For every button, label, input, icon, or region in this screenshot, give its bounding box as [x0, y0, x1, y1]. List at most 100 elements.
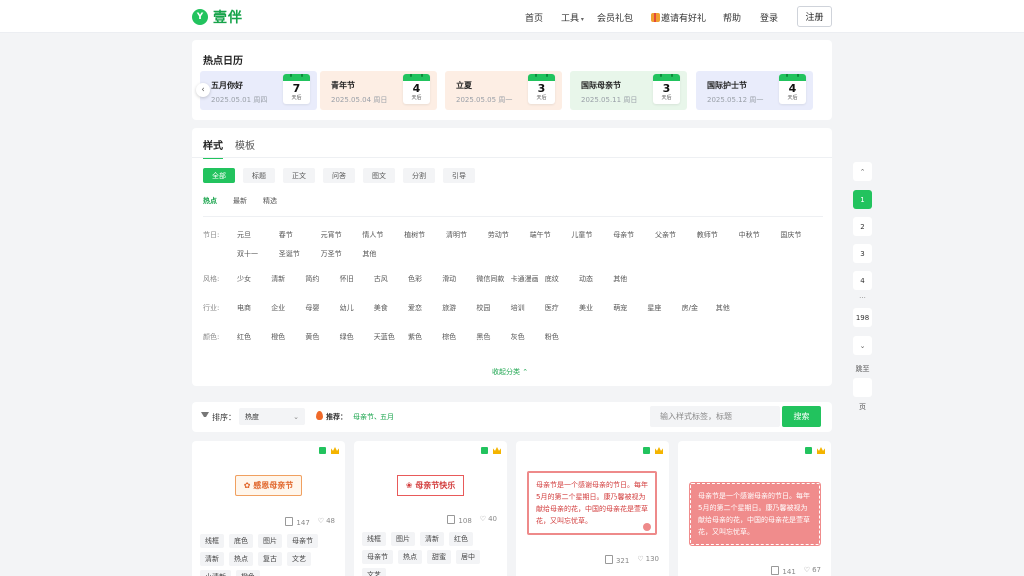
filter-tag[interactable]: 电商	[237, 303, 251, 313]
nav-login[interactable]: 登录	[760, 11, 778, 24]
filter-tag[interactable]: 父亲节	[655, 230, 676, 240]
template-card[interactable]: 母亲节是一个感谢母亲的节日。每年5月的第二个星期日。康乃馨被视为献给母亲的花，中…	[678, 441, 831, 576]
calendar-item[interactable]: 国际母亲节 2025.05.11 周日 3 天后	[570, 71, 687, 110]
page-button-1[interactable]: 1	[853, 190, 872, 209]
calendar-item[interactable]: 青年节 2025.05.04 周日 4 天后	[320, 71, 437, 110]
filter-tag[interactable]: 其他	[613, 274, 627, 284]
template-tag[interactable]: 母亲节	[362, 550, 393, 564]
filter-tag[interactable]: 圣诞节	[279, 249, 300, 259]
template-tag[interactable]: 清新	[420, 532, 444, 546]
template-card[interactable]: ✿ 感恩母亲节 147 48 线框底色图片母亲节清新热点复古文艺小清新橙色	[192, 441, 345, 576]
tab-template[interactable]: 模板	[235, 137, 255, 159]
page-down-button[interactable]: ⌄	[853, 336, 872, 355]
filter-tag[interactable]: 国庆节	[780, 230, 801, 240]
calendar-prev-button[interactable]: ‹	[196, 83, 210, 97]
filter-tag[interactable]: 端午节	[530, 230, 551, 240]
register-button[interactable]: 注册	[797, 6, 832, 27]
page-button-3[interactable]: 3	[853, 244, 872, 263]
template-tag[interactable]: 橙色	[236, 570, 260, 576]
template-tag[interactable]: 文艺	[362, 568, 386, 576]
filter-tag[interactable]: 其他	[362, 249, 376, 259]
page-up-button[interactable]: ⌃	[853, 162, 872, 181]
template-card[interactable]: ❀ 母亲节快乐 108 40 线框图片清新红色母亲节热点甜蜜居中文艺	[354, 441, 507, 576]
filter-tag[interactable]: 元宵节	[321, 230, 342, 240]
filter-tag[interactable]: 企业	[271, 303, 285, 313]
template-tag[interactable]: 图片	[258, 534, 282, 548]
filter-tag[interactable]: 春节	[279, 230, 293, 240]
filter-tag[interactable]: 怀旧	[340, 274, 354, 284]
jump-page-input[interactable]	[853, 378, 872, 397]
filter-tag[interactable]: 萌宠	[613, 303, 627, 313]
nav-member-gift[interactable]: 会员礼包	[597, 11, 633, 24]
collect-icon[interactable]	[319, 447, 326, 454]
filter-tag[interactable]: 万圣节	[321, 249, 342, 259]
template-tag[interactable]: 文艺	[287, 552, 311, 566]
type-chip[interactable]: 全部	[203, 168, 235, 183]
filter-tag[interactable]: 元旦	[237, 230, 251, 240]
filter-tag[interactable]: 教师节	[697, 230, 718, 240]
calendar-item[interactable]: 立夏 2025.05.05 周一 3 天后	[445, 71, 562, 110]
subtab-featured[interactable]: 精选	[263, 196, 277, 206]
filter-tag[interactable]: 天蓝色	[374, 332, 395, 342]
template-tag[interactable]: 图片	[391, 532, 415, 546]
template-tag[interactable]: 母亲节	[287, 534, 318, 548]
filter-tag[interactable]: 紫色	[408, 332, 422, 342]
template-tag[interactable]: 复古	[258, 552, 282, 566]
page-button-last[interactable]: 198	[853, 308, 872, 327]
filter-tag[interactable]: 校园	[476, 303, 490, 313]
filter-tag[interactable]: 色彩	[408, 274, 422, 284]
filter-tag[interactable]: 美业	[579, 303, 593, 313]
filter-tag[interactable]: 培训	[511, 303, 525, 313]
filter-tag[interactable]: 其他	[716, 303, 730, 313]
template-tag[interactable]: 居中	[456, 550, 480, 564]
type-chip[interactable]: 图文	[363, 168, 395, 183]
filter-tag[interactable]: 幼儿	[340, 303, 354, 313]
filter-tag[interactable]: 母婴	[305, 303, 319, 313]
filter-tag[interactable]: 情人节	[362, 230, 383, 240]
collect-icon[interactable]	[481, 447, 488, 454]
filter-tag[interactable]: 黄色	[305, 332, 319, 342]
nav-invite[interactable]: 邀请有好礼	[651, 11, 706, 24]
filter-tag[interactable]: 动态	[579, 274, 593, 284]
filter-tag[interactable]: 少女	[237, 274, 251, 284]
filter-tag[interactable]: 劳动节	[488, 230, 509, 240]
collect-icon[interactable]	[805, 447, 812, 454]
filter-tag[interactable]: 母亲节	[613, 230, 634, 240]
template-card[interactable]: 母亲节是一个感谢母亲的节日。每年5月的第二个星期日。康乃馨被视为献给母亲的花，中…	[516, 441, 669, 576]
template-tag[interactable]: 甜蜜	[427, 550, 451, 564]
template-tag[interactable]: 底色	[229, 534, 253, 548]
filter-tag[interactable]: 儿童节	[571, 230, 592, 240]
template-tag[interactable]: 小清新	[200, 570, 231, 576]
filter-tag[interactable]: 卡通漫画	[511, 274, 539, 284]
type-chip[interactable]: 分割	[403, 168, 435, 183]
page-button-4[interactable]: 4	[853, 271, 872, 290]
filter-tag[interactable]: 清明节	[446, 230, 467, 240]
filter-tag[interactable]: 橙色	[271, 332, 285, 342]
template-tag[interactable]: 红色	[449, 532, 473, 546]
template-tag[interactable]: 线框	[200, 534, 224, 548]
type-chip[interactable]: 正文	[283, 168, 315, 183]
filter-tag[interactable]: 棕色	[442, 332, 456, 342]
filter-tag[interactable]: 红色	[237, 332, 251, 342]
nav-help[interactable]: 帮助	[723, 11, 741, 24]
template-tag[interactable]: 清新	[200, 552, 224, 566]
nav-home[interactable]: 首页	[525, 11, 543, 24]
calendar-item[interactable]: 国际护士节 2025.05.12 周一 4 天后	[696, 71, 813, 110]
filter-tag[interactable]: 双十一	[237, 249, 258, 259]
filter-tag[interactable]: 滑动	[442, 274, 456, 284]
filter-tag[interactable]: 灰色	[511, 332, 525, 342]
recommend-link-mothers-day[interactable]: 母亲节、	[353, 412, 381, 422]
filter-tag[interactable]: 星座	[647, 303, 661, 313]
filter-tag[interactable]: 清新	[271, 274, 285, 284]
filter-tag[interactable]: 黑色	[476, 332, 490, 342]
type-chip[interactable]: 标题	[243, 168, 275, 183]
sort-select[interactable]: 热度 ⌄	[239, 408, 305, 425]
filter-tag[interactable]: 医疗	[545, 303, 559, 313]
recommend-link-may[interactable]: 五月	[380, 412, 394, 422]
filter-tag[interactable]: 中秋节	[739, 230, 760, 240]
filter-tag[interactable]: 底纹	[545, 274, 559, 284]
collect-icon[interactable]	[643, 447, 650, 454]
filter-tag[interactable]: 粉色	[545, 332, 559, 342]
template-tag[interactable]: 热点	[229, 552, 253, 566]
filter-tag[interactable]: 房/金	[682, 303, 698, 313]
